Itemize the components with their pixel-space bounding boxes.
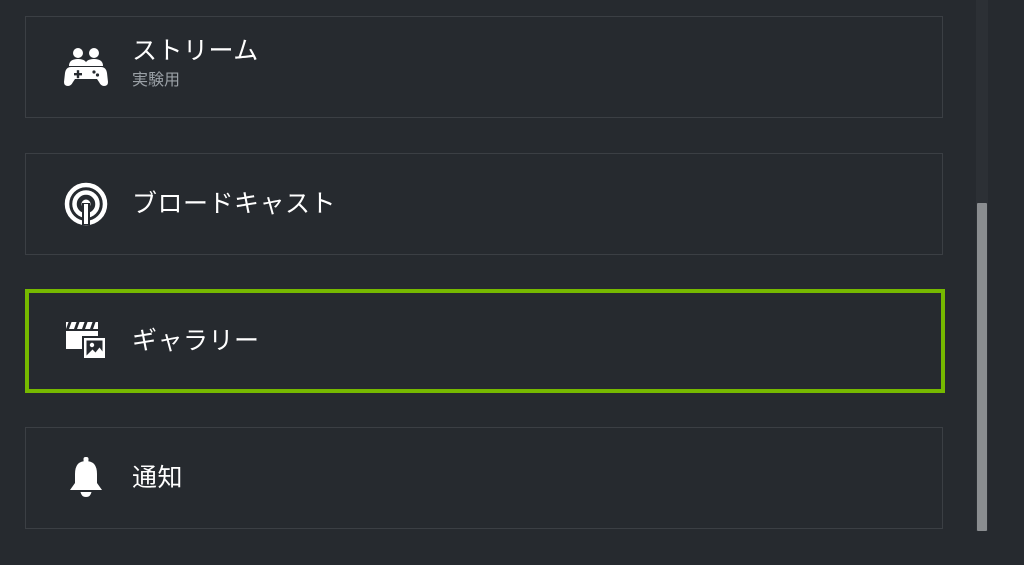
menu-item-broadcast[interactable]: ブロードキャスト bbox=[25, 153, 943, 255]
menu-item-label: ブロードキャスト bbox=[132, 189, 337, 218]
gallery-icon bbox=[63, 318, 109, 364]
menu-item-broadcast-text: ブロードキャスト bbox=[132, 188, 336, 220]
menu-item-stream-text: ストリーム 実験用 bbox=[132, 35, 259, 91]
stream-gamepad-icon bbox=[63, 44, 109, 90]
menu-item-label: ストリーム bbox=[132, 36, 259, 65]
menu-item-stream[interactable]: ストリーム 実験用 bbox=[25, 16, 943, 118]
menu-item-notifications[interactable]: 通知 bbox=[25, 427, 943, 529]
menu-item-gallery-text: ギャラリー bbox=[132, 325, 260, 357]
menu-item-sublabel: 実験用 bbox=[132, 70, 181, 89]
menu-item-label: ギャラリー bbox=[132, 326, 260, 355]
menu-item-label: 通知 bbox=[132, 463, 184, 492]
bell-icon bbox=[63, 455, 109, 501]
menu-item-notifications-text: 通知 bbox=[132, 462, 183, 494]
settings-panel: ストリーム 実験用 ブロードキャスト ギャラリー 通知 bbox=[0, 0, 1024, 565]
broadcast-icon bbox=[63, 181, 109, 227]
menu-item-gallery[interactable]: ギャラリー bbox=[25, 289, 945, 393]
scrollbar-thumb[interactable] bbox=[977, 203, 987, 531]
